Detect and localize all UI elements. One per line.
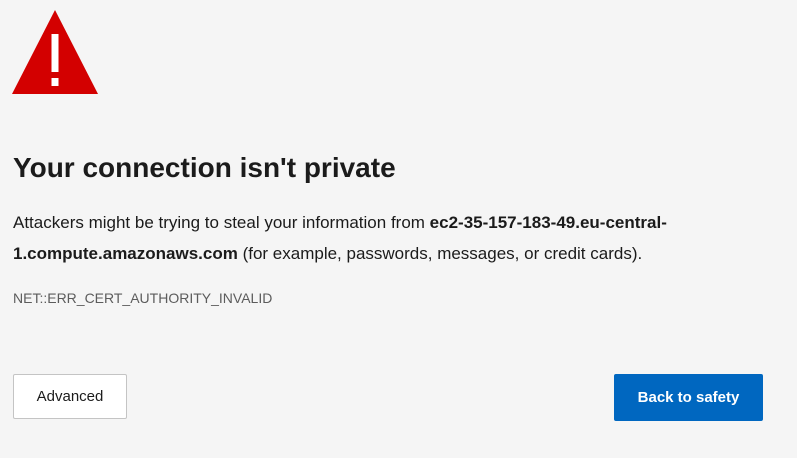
back-to-safety-button[interactable]: Back to safety xyxy=(614,374,763,421)
warning-icon xyxy=(12,10,98,94)
page-title: Your connection isn't private xyxy=(13,152,396,183)
error-page: Your connection isn't private Attackers … xyxy=(0,0,797,458)
error-code: NET::ERR_CERT_AUTHORITY_INVALID xyxy=(13,290,273,306)
description-suffix: (for example, passwords, messages, or cr… xyxy=(237,244,643,263)
error-description: Attackers might be trying to steal your … xyxy=(13,207,753,269)
advanced-button[interactable]: Advanced xyxy=(13,374,127,419)
description-text: Attackers might be trying to steal your … xyxy=(13,213,430,232)
